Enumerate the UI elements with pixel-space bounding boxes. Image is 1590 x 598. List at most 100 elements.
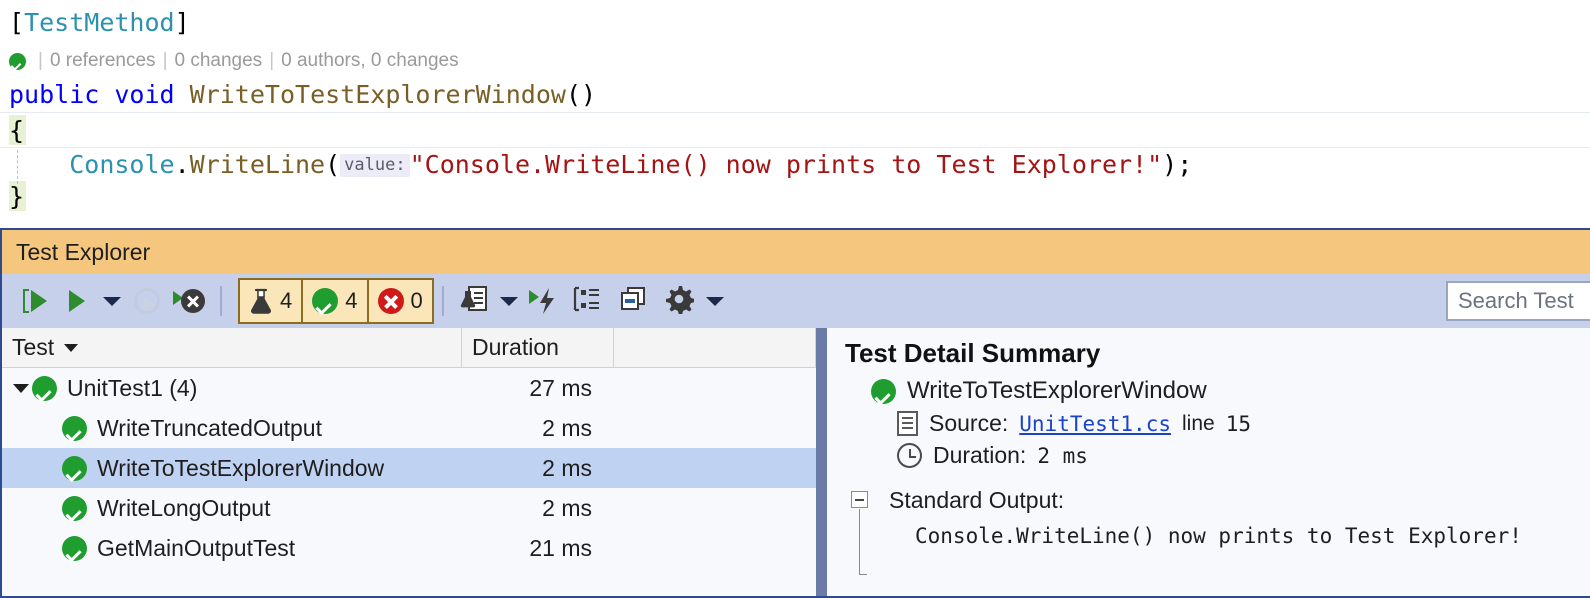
repeat-last-run-button[interactable]	[126, 280, 168, 322]
statement-semicolon: ;	[1177, 150, 1193, 179]
refresh-icon	[134, 288, 160, 314]
table-row[interactable]: GetMainOutputTest 21 ms	[2, 528, 816, 568]
error-circle-icon	[377, 288, 404, 314]
detail-duration-label: Duration:	[933, 442, 1027, 468]
test-status-group: 4 4 0	[238, 278, 434, 324]
table-row[interactable]: UnitTest1 (4) 27 ms	[2, 368, 816, 408]
clock-icon	[897, 443, 922, 468]
stop-icon	[173, 289, 205, 313]
inline-parameter-hint[interactable]: value:	[340, 154, 410, 177]
toolbar-divider-2	[441, 286, 444, 316]
chevron-down-icon	[499, 296, 518, 306]
check-circle-icon	[32, 375, 57, 401]
test-duration: 2 ms	[542, 494, 592, 521]
run-all-tests-icon	[23, 289, 47, 313]
codelens-bar[interactable]: | 0 references | 0 changes | 0 authors, …	[9, 48, 459, 74]
test-name-cell: GetMainOutputTest	[2, 535, 462, 562]
collapse-minus-icon[interactable]	[851, 491, 868, 508]
attribute-close-bracket: ]	[174, 8, 190, 37]
detail-duration-row: Duration: 2 ms	[845, 442, 1590, 469]
check-circle-icon	[312, 288, 339, 314]
attribute-name: TestMethod	[24, 8, 175, 37]
codelens-separator-1: |	[38, 50, 43, 71]
codelens-separator-3: |	[269, 50, 275, 71]
gear-icon	[664, 284, 695, 319]
play-icon	[69, 290, 85, 312]
close-brace-line: }	[9, 180, 24, 214]
test-playlist-button[interactable]	[454, 280, 496, 322]
test-name-cell: WriteLongOutput	[2, 495, 462, 522]
code-editor[interactable]: [TestMethod] | 0 references | 0 changes …	[0, 0, 1590, 226]
check-circle-icon	[9, 52, 26, 70]
playlist-dropdown-button[interactable]	[496, 280, 522, 322]
test-explorer-title-bar[interactable]: Test Explorer	[2, 230, 1590, 274]
lightning-icon	[528, 286, 557, 316]
method-parens: ()	[565, 80, 597, 109]
table-row[interactable]: WriteToTestExplorerWindow 2 ms	[2, 448, 816, 488]
passed-tests-button[interactable]: 4	[301, 278, 369, 324]
test-explorer-window: Test Explorer 4 4 0 Search Test Test Dur…	[0, 228, 1590, 598]
codelens-authors[interactable]: 0 authors, 0 changes	[281, 48, 458, 74]
failed-tests-count: 0	[410, 288, 423, 313]
document-icon	[897, 411, 918, 436]
column-header-test[interactable]: Test	[2, 328, 462, 368]
detail-source-link[interactable]: UnitTest1.cs	[1019, 412, 1171, 436]
detail-test-name: WriteToTestExplorerWindow	[907, 377, 1207, 404]
expand-collapse-icon[interactable]	[10, 383, 32, 393]
detail-source-row: Source: UnitTest1.cs line 15	[845, 410, 1590, 437]
method-body-line: Console.WriteLine(value: "Console.WriteLi…	[9, 148, 1192, 182]
test-name-cell: WriteTruncatedOutput	[2, 415, 462, 442]
test-list-rows: UnitTest1 (4) 27 ms WriteTruncatedOutput…	[2, 368, 816, 596]
method-signature-line: public void WriteToTestExplorerWindow()	[9, 78, 596, 112]
test-duration: 2 ms	[542, 414, 592, 441]
detail-duration-value: 2 ms	[1037, 443, 1088, 468]
close-brace: }	[9, 182, 25, 211]
group-by-icon	[572, 285, 602, 318]
call-close-paren: )	[1162, 150, 1178, 179]
playlist-icon	[460, 284, 490, 319]
check-circle-icon	[62, 535, 87, 561]
codelens-references[interactable]: 0 references	[50, 48, 156, 74]
failed-tests-button[interactable]: 0	[366, 278, 434, 324]
check-circle-icon	[62, 495, 87, 521]
settings-button[interactable]	[656, 280, 702, 322]
test-duration: 2 ms	[542, 454, 592, 481]
open-brace: {	[9, 116, 25, 145]
detail-line-number: 15	[1225, 411, 1251, 436]
standard-output-text: Console.WriteLine() now prints to Test E…	[915, 524, 1522, 548]
flask-icon	[249, 288, 273, 314]
test-explorer-toolbar: 4 4 0 Search Test	[2, 274, 1590, 328]
run-until-failure-button[interactable]	[522, 280, 564, 322]
codelens-changes[interactable]: 0 changes	[175, 48, 263, 74]
test-name: WriteTruncatedOutput	[97, 414, 322, 441]
column-header-duration[interactable]: Duration	[462, 328, 614, 368]
attribute-open-bracket: [	[9, 8, 25, 37]
collapse-guide-line	[859, 509, 867, 575]
pane-splitter[interactable]	[816, 328, 827, 596]
total-tests-button[interactable]: 4	[238, 278, 304, 324]
app-root: [TestMethod] | 0 references | 0 changes …	[0, 0, 1590, 598]
method-name: WriteToTestExplorerWindow	[189, 80, 566, 109]
group-by-button[interactable]	[564, 280, 610, 322]
passed-tests-count: 4	[345, 288, 358, 313]
console-class-token: Console	[69, 150, 175, 179]
run-button[interactable]	[56, 280, 98, 322]
keyword-void: void	[114, 80, 175, 109]
chevron-down-icon	[103, 296, 121, 306]
search-test-box[interactable]: Search Test	[1446, 281, 1590, 321]
standard-output-label: Standard Output:	[889, 487, 1065, 513]
stop-button[interactable]	[168, 280, 210, 322]
table-row[interactable]: WriteLongOutput 2 ms	[2, 488, 816, 528]
run-all-tests-button[interactable]	[14, 280, 56, 322]
detail-line-label: line	[1181, 411, 1215, 435]
settings-dropdown-button[interactable]	[702, 280, 728, 322]
detail-test-row: WriteToTestExplorerWindow	[845, 377, 1590, 405]
sort-descending-icon	[64, 343, 79, 352]
check-circle-icon	[62, 415, 87, 441]
run-dropdown-button[interactable]	[98, 280, 126, 322]
table-row[interactable]: WriteTruncatedOutput 2 ms	[2, 408, 816, 448]
test-duration: 27 ms	[529, 374, 592, 401]
column-header-duration-label: Duration	[472, 334, 559, 360]
show-test-output-button[interactable]	[610, 280, 656, 322]
column-header-spacer	[614, 328, 816, 368]
